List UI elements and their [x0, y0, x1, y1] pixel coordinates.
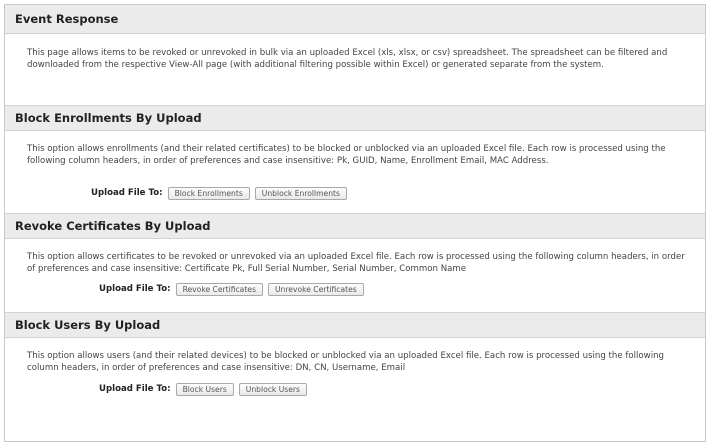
unrevoke-certificates-button[interactable]: Unrevoke Certificates — [267, 282, 364, 296]
section-description: This option allows certificates to be re… — [27, 252, 685, 275]
page-title: Event Response — [15, 12, 119, 26]
section-header-block-users: Block Users By Upload — [5, 312, 705, 338]
upload-row-certificates: Upload File To: Revoke Certificates Unre… — [5, 279, 705, 299]
unblock-enrollments-button[interactable]: Unblock Enrollments — [254, 186, 347, 200]
section-title: Block Enrollments By Upload — [15, 111, 202, 125]
section-title: Block Users By Upload — [15, 318, 161, 332]
intro-text: This page allows items to be revoked or … — [27, 48, 668, 71]
section-header-block-enrollments: Block Enrollments By Upload — [5, 105, 705, 131]
upload-label: Upload File To: — [91, 188, 163, 198]
upload-row-enrollments: Upload File To: Block Enrollments Unbloc… — [5, 183, 705, 203]
unblock-users-button[interactable]: Unblock Users — [238, 382, 307, 396]
event-response-panel: Event Response This page allows items to… — [4, 4, 706, 442]
upload-label: Upload File To: — [99, 384, 171, 394]
upload-label: Upload File To: — [99, 284, 171, 294]
upload-row-users: Upload File To: Block Users Unblock User… — [5, 379, 705, 399]
block-enrollments-button[interactable]: Block Enrollments — [167, 186, 250, 200]
page-header: Event Response — [5, 5, 705, 34]
section-description: This option allows users (and their rela… — [27, 351, 664, 374]
revoke-certificates-button[interactable]: Revoke Certificates — [175, 282, 263, 296]
section-description: This option allows enrollments (and thei… — [27, 144, 666, 167]
block-users-button[interactable]: Block Users — [175, 382, 234, 396]
section-title: Revoke Certificates By Upload — [15, 219, 211, 233]
section-header-revoke-certificates: Revoke Certificates By Upload — [5, 213, 705, 239]
